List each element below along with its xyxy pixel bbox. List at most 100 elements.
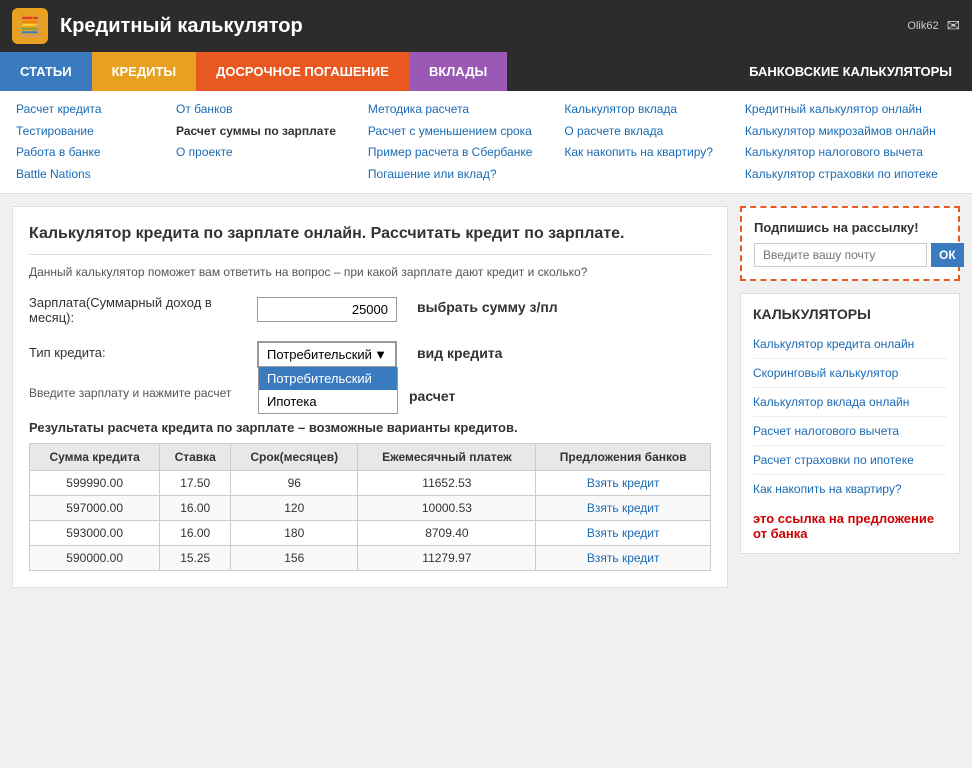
newsletter-input-row: ОК (754, 243, 946, 267)
credit-offer-link[interactable]: Взять кредит (587, 526, 660, 540)
main-content: Калькулятор кредита по зарплате онлайн. … (12, 206, 728, 587)
sidebar-calc-link[interactable]: Как накопить на квартиру? (753, 477, 947, 503)
main-nav: СТАТЬИ КРЕДИТЫ ДОСРОЧНОЕ ПОГАШЕНИЕ ВКЛАД… (0, 52, 972, 91)
username: Olik62 (907, 20, 938, 32)
nav-item-deposits[interactable]: ВКЛАДЫ (409, 52, 507, 91)
sidebar-calculators-title: КАЛЬКУЛЯТОРЫ (753, 306, 947, 322)
sidebar-calc-link[interactable]: Калькулятор вклада онлайн (753, 390, 947, 417)
table-body: 599990.00 17.50 96 11652.53 Взять кредит… (30, 470, 711, 570)
sidebar: Подпишись на рассылку! ОК КАЛЬКУЛЯТОРЫ К… (740, 206, 960, 587)
subnav-col-3: Методика расчета Расчет с уменьшением ср… (352, 99, 548, 185)
subnav-link-microloan-calc[interactable]: Калькулятор микрозаймов онлайн (745, 121, 938, 143)
cell-rate: 16.00 (160, 495, 231, 520)
sidebar-calculators-box: КАЛЬКУЛЯТОРЫ Калькулятор кредита онлайнС… (740, 293, 960, 554)
nav-item-articles[interactable]: СТАТЬИ (0, 52, 92, 91)
credit-type-row: Тип кредита: Потребительский ▼ Потребите… (29, 341, 711, 376)
subnav-link-battle-nations[interactable]: Battle Nations (16, 164, 144, 186)
chevron-down-icon: ▼ (374, 347, 387, 362)
cell-term: 180 (231, 520, 358, 545)
subnav-link-about-deposit[interactable]: О расчете вклада (564, 121, 713, 143)
credit-offer-link[interactable]: Взять кредит (587, 476, 660, 490)
page-title: Калькулятор кредита по зарплате онлайн. … (29, 223, 711, 245)
col-header-sum: Сумма кредита (30, 443, 160, 470)
nav-item-bank-calcs[interactable]: БАНКОВСКИЕ КАЛЬКУЛЯТОРЫ (507, 52, 972, 91)
table-row: 590000.00 15.25 156 11279.97 Взять креди… (30, 545, 711, 570)
subnav-link-from-banks[interactable]: От банков (176, 99, 336, 121)
cell-payment: 8709.40 (358, 520, 536, 545)
subnav-link-save-apartment[interactable]: Как накопить на квартиру? (564, 142, 713, 164)
newsletter-box: Подпишись на рассылку! ОК (740, 206, 960, 281)
table-row: 593000.00 16.00 180 8709.40 Взять кредит (30, 520, 711, 545)
sidebar-calc-link[interactable]: Скоринговый калькулятор (753, 361, 947, 388)
results-table: Сумма кредита Ставка Срок(месяцев) Ежеме… (29, 443, 711, 571)
col-header-term: Срок(месяцев) (231, 443, 358, 470)
cell-sum: 599990.00 (30, 470, 160, 495)
envelope-icon: ✉ (947, 16, 960, 36)
subnav-link-credit-calc[interactable]: Расчет кредита (16, 99, 144, 121)
dropdown-selected-value: Потребительский (267, 347, 372, 362)
col-header-rate: Ставка (160, 443, 231, 470)
subnav-col-4: Калькулятор вклада О расчете вклада Как … (548, 99, 729, 185)
credit-type-dropdown[interactable]: Потребительский ▼ Потребительский Ипотек… (257, 341, 397, 368)
table-header-row: Сумма кредита Ставка Срок(месяцев) Ежеме… (30, 443, 711, 470)
cell-link[interactable]: Взять кредит (536, 545, 711, 570)
dropdown-list: Потребительский Ипотека (258, 367, 398, 414)
cell-payment: 11652.53 (358, 470, 536, 495)
subnav: Расчет кредита Тестирование Работа в бан… (0, 91, 972, 194)
subnav-link-salary-calc[interactable]: Расчет суммы по зарплате (176, 121, 336, 143)
subnav-link-credit-calc-online[interactable]: Кредитный калькулятор онлайн (745, 99, 938, 121)
dropdown-option-mortgage[interactable]: Ипотека (259, 390, 397, 413)
newsletter-email-input[interactable] (754, 243, 927, 267)
cell-sum: 593000.00 (30, 520, 160, 545)
salary-row: Зарплата(Суммарный доход в месяц): выбра… (29, 295, 711, 333)
credit-offer-link[interactable]: Взять кредит (587, 551, 660, 565)
newsletter-submit-button[interactable]: ОК (931, 243, 964, 267)
credit-type-group: Тип кредита: Потребительский ▼ Потребите… (29, 341, 397, 368)
subnav-link-method[interactable]: Методика расчета (368, 99, 532, 121)
app-icon: 🧮 (12, 8, 48, 44)
sidebar-links: Калькулятор кредита онлайнСкоринговый ка… (753, 332, 947, 503)
cell-link[interactable]: Взять кредит (536, 520, 711, 545)
cell-link[interactable]: Взять кредит (536, 470, 711, 495)
dropdown-container: Потребительский ▼ Потребительский Ипотек… (257, 341, 397, 368)
subnav-link-bank-work[interactable]: Работа в банке (16, 142, 144, 164)
cell-term: 96 (231, 470, 358, 495)
credit-offer-link[interactable]: Взять кредит (587, 501, 660, 515)
results-title: Результаты расчета кредита по зарплате –… (29, 420, 711, 435)
nav-item-credits[interactable]: КРЕДИТЫ (92, 52, 197, 91)
cell-term: 156 (231, 545, 358, 570)
subnav-link-testing[interactable]: Тестирование (16, 121, 144, 143)
main-layout: Калькулятор кредита по зарплате онлайн. … (0, 194, 972, 599)
subnav-link-sberbank-example[interactable]: Пример расчета в Сбербанке (368, 142, 532, 164)
subnav-link-insurance-calc[interactable]: Калькулятор страховки по ипотеке (745, 164, 938, 186)
cell-payment: 10000.53 (358, 495, 536, 520)
subnav-link-deposit-calc[interactable]: Калькулятор вклада (564, 99, 713, 121)
subnav-link-tax-calc[interactable]: Калькулятор налогового вычета (745, 142, 938, 164)
subnav-link-payment-or-deposit[interactable]: Погашение или вклад? (368, 164, 532, 186)
sidebar-calc-link[interactable]: Расчет страховки по ипотеке (753, 448, 947, 475)
salary-group: Зарплата(Суммарный доход в месяц): (29, 295, 397, 325)
subnav-col-5: Кредитный калькулятор онлайн Калькулятор… (729, 99, 954, 185)
sidebar-calc-link[interactable]: Калькулятор кредита онлайн (753, 332, 947, 359)
subnav-link-about[interactable]: О проекте (176, 142, 336, 164)
col-header-offers: Предложения банков (536, 443, 711, 470)
nav-item-early-payment[interactable]: ДОСРОЧНОЕ ПОГАШЕНИЕ (196, 52, 409, 91)
salary-side-label: выбрать сумму з/пл (417, 295, 711, 315)
cell-link[interactable]: Взять кредит (536, 495, 711, 520)
subnav-col-2: От банков Расчет суммы по зарплате О про… (160, 99, 352, 185)
cell-rate: 17.50 (160, 470, 231, 495)
dropdown-header[interactable]: Потребительский ▼ (258, 342, 396, 367)
salary-label: Зарплата(Суммарный доход в месяц): (29, 295, 249, 325)
app-title: Кредитный калькулятор (60, 15, 895, 38)
subnav-link-term-reduction[interactable]: Расчет с уменьшением срока (368, 121, 532, 143)
credit-type-label: Тип кредита: (29, 341, 249, 360)
credit-type-side-label: вид кредита (417, 341, 711, 361)
sidebar-calc-link[interactable]: Расчет налогового вычета (753, 419, 947, 446)
salary-input[interactable] (257, 297, 397, 322)
note-side-label: расчет (409, 384, 711, 404)
cell-rate: 15.25 (160, 545, 231, 570)
calc-description: Данный калькулятор поможет вам ответить … (29, 254, 711, 279)
dropdown-option-consumer[interactable]: Потребительский (259, 367, 397, 390)
cell-term: 120 (231, 495, 358, 520)
cell-sum: 597000.00 (30, 495, 160, 520)
